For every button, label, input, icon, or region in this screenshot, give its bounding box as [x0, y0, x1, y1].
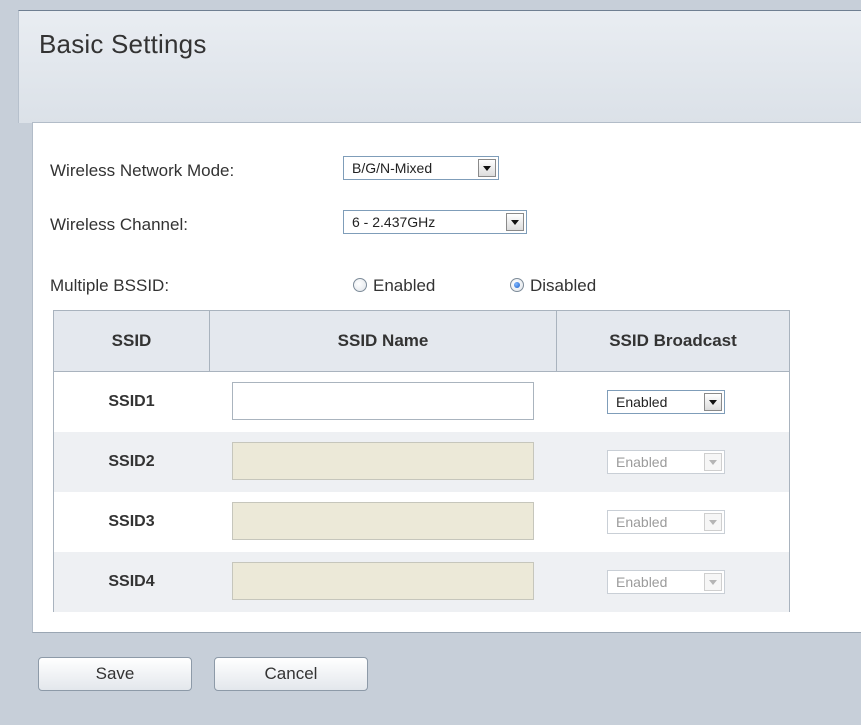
ssid-name-input[interactable] [232, 382, 534, 420]
ssid-id: SSID2 [108, 453, 155, 470]
chevron-down-icon[interactable] [506, 213, 524, 231]
network-mode-label: Wireless Network Mode: [50, 161, 235, 180]
column-header-ssid-name: SSID Name [210, 311, 556, 372]
channel-label: Wireless Channel: [50, 215, 188, 234]
ssid-name-input [232, 562, 534, 600]
ssid-broadcast-select: Enabled [607, 450, 725, 474]
ssid-broadcast-select: Enabled [607, 570, 725, 594]
save-button[interactable]: Save [38, 657, 192, 691]
channel-value: 6 - 2.437GHz [352, 214, 436, 230]
network-mode-select[interactable]: B/G/N-Mixed [343, 156, 499, 180]
network-mode-value: B/G/N-Mixed [352, 160, 433, 176]
bssid-disabled-label: Disabled [530, 276, 597, 295]
broadcast-value: Enabled [616, 394, 668, 410]
page-title: Basic Settings [39, 29, 207, 59]
table-row: SSID1 Enabled [54, 372, 789, 432]
chevron-down-icon[interactable] [478, 159, 496, 177]
multiple-bssid-label: Multiple BSSID: [50, 276, 170, 295]
table-row: SSID3 Enabled [54, 492, 789, 552]
chevron-down-icon [704, 513, 722, 531]
ssid-name-input [232, 502, 534, 540]
table-row: SSID4 Enabled [54, 552, 789, 612]
ssid-table: SSID SSID Name SSID Broadcast SSID1 Enab… [53, 310, 790, 612]
ssid-id: SSID4 [108, 573, 155, 590]
settings-panel: Wireless Network Mode: B/G/N-Mixed Wirel… [32, 122, 861, 633]
chevron-down-icon[interactable] [704, 393, 722, 411]
ssid-id: SSID3 [108, 513, 155, 530]
cancel-button[interactable]: Cancel [214, 657, 368, 691]
channel-select[interactable]: 6 - 2.437GHz [343, 210, 527, 234]
column-header-ssid: SSID [54, 311, 209, 372]
broadcast-value: Enabled [616, 574, 668, 590]
bssid-enabled-radio[interactable] [353, 278, 367, 292]
ssid-id: SSID1 [108, 393, 155, 410]
bssid-enabled-label: Enabled [373, 276, 436, 295]
page-header: Basic Settings [18, 10, 861, 123]
ssid-name-input [232, 442, 534, 480]
chevron-down-icon [704, 573, 722, 591]
bssid-disabled-radio[interactable] [510, 278, 524, 292]
broadcast-value: Enabled [616, 454, 668, 470]
table-row: SSID2 Enabled [54, 432, 789, 492]
column-header-ssid-broadcast: SSID Broadcast [557, 311, 789, 372]
chevron-down-icon [704, 453, 722, 471]
ssid-broadcast-select: Enabled [607, 510, 725, 534]
ssid-broadcast-select[interactable]: Enabled [607, 390, 725, 414]
broadcast-value: Enabled [616, 514, 668, 530]
